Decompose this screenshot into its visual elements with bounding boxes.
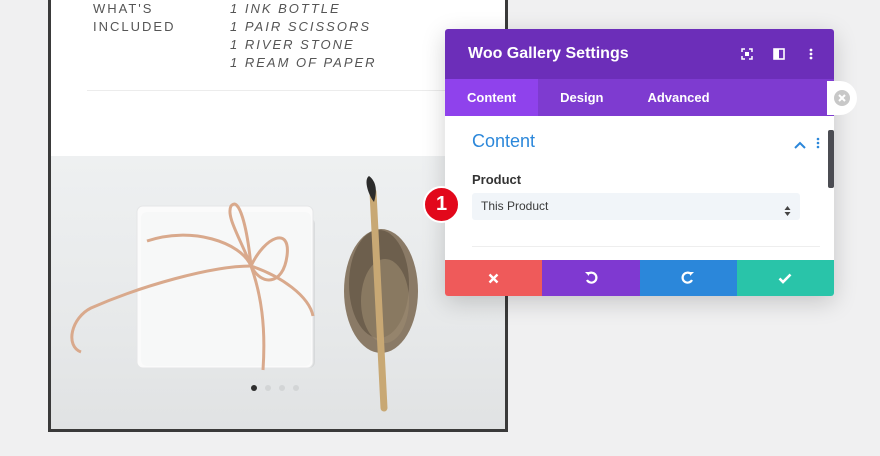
close-icon <box>488 273 499 283</box>
gallery-dot[interactable] <box>251 385 257 391</box>
tab-content[interactable]: Content <box>445 79 539 116</box>
checkmark-icon <box>778 273 792 284</box>
undo-button[interactable] <box>542 260 640 296</box>
redo-button[interactable] <box>639 260 737 296</box>
callout-badge: 1 <box>423 186 460 223</box>
tab-design[interactable]: Design <box>538 79 625 116</box>
spec-item: 1 PAIR SCISSORS <box>230 19 372 34</box>
select-value: This Product <box>481 199 549 213</box>
product-select[interactable]: This Product <box>472 193 800 220</box>
modal-tabs: Content Design Advanced <box>445 79 834 116</box>
section-controls <box>794 136 820 154</box>
split-view-icon[interactable] <box>772 47 786 61</box>
spec-label: WHAT'S INCLUDED <box>93 1 176 34</box>
cancel-button[interactable] <box>445 260 543 296</box>
modal-header: Woo Gallery Settings <box>445 29 834 79</box>
settings-modal: Woo Gallery Settings Content Design Adva… <box>445 29 834 296</box>
undo-icon <box>584 271 598 284</box>
gallery-dot[interactable] <box>293 385 299 391</box>
card-divider <box>87 90 469 91</box>
gallery-dot[interactable] <box>279 385 285 391</box>
spec-item: 1 INK BOTTLE <box>230 1 341 16</box>
modal-footer <box>445 260 834 296</box>
more-vertical-icon[interactable] <box>816 136 820 154</box>
gallery-dot[interactable] <box>265 385 271 391</box>
spec-item: 1 RIVER STONE <box>230 37 355 52</box>
chevron-up-icon[interactable] <box>794 136 806 154</box>
more-vertical-icon[interactable] <box>804 47 818 61</box>
save-button[interactable] <box>736 260 834 296</box>
gallery-pagination <box>251 385 299 391</box>
redo-icon <box>681 271 695 284</box>
header-actions <box>740 29 818 79</box>
close-panel-button[interactable] <box>827 81 857 115</box>
select-arrows-icon <box>784 200 791 227</box>
modal-body: Content Product This Product <box>445 116 834 260</box>
section-title[interactable]: Content <box>472 131 535 152</box>
paper-stack-illustration <box>70 202 315 371</box>
scrollbar[interactable] <box>828 130 834 188</box>
spec-item: 1 REAM OF PAPER <box>230 55 377 70</box>
fullscreen-icon[interactable] <box>740 47 754 61</box>
spec-items: 1 INK BOTTLE 1 PAIR SCISSORS 1 RIVER STO… <box>230 0 377 72</box>
section-divider <box>472 246 820 247</box>
tab-advanced[interactable]: Advanced <box>625 79 731 116</box>
close-circle-icon <box>834 90 850 106</box>
modal-title: Woo Gallery Settings <box>468 45 629 62</box>
field-label-product: Product <box>472 172 522 187</box>
